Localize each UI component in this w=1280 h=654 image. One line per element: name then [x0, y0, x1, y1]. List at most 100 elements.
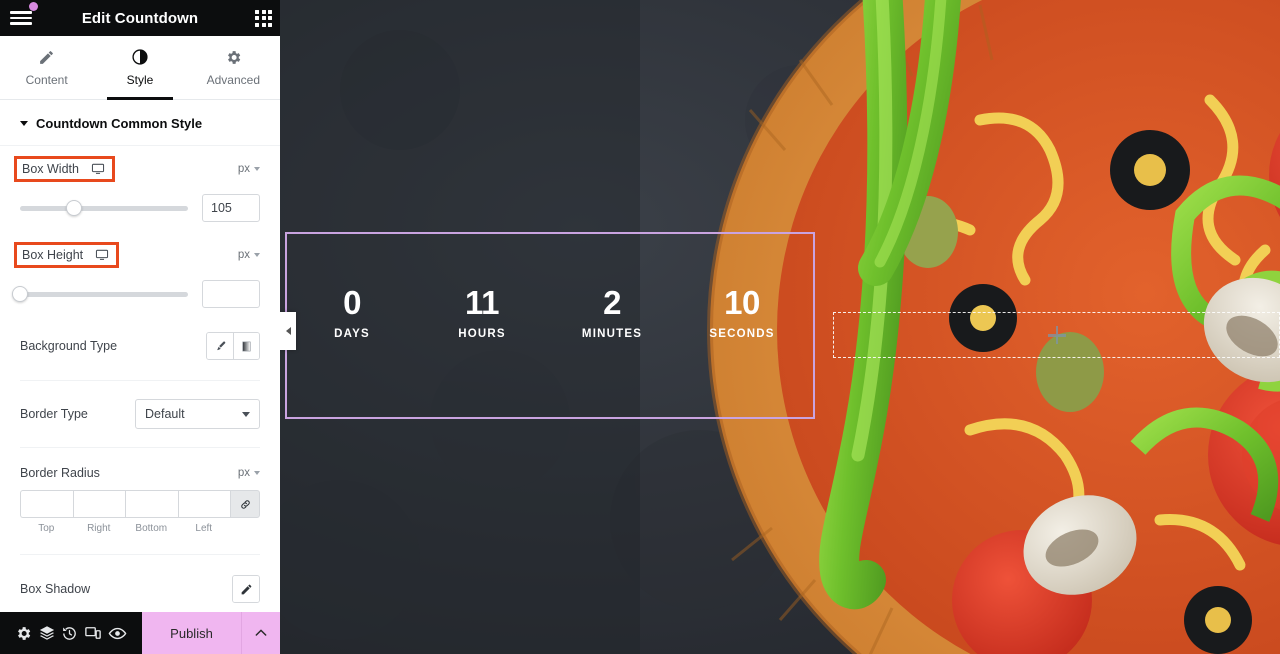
- chevron-down-icon: [254, 167, 260, 171]
- background-gradient-button[interactable]: [233, 333, 259, 359]
- tab-advanced-label: Advanced: [206, 72, 260, 87]
- chevron-down-icon: [254, 253, 260, 257]
- countdown-seconds-value: 10: [724, 284, 760, 321]
- countdown-widget[interactable]: 0 DAYS 11 HOURS 2 MINUTES 10 SECONDS: [285, 232, 815, 419]
- background-classic-button[interactable]: [207, 333, 233, 359]
- border-radius-right: Right: [72, 490, 125, 534]
- plus-icon: [1047, 326, 1066, 344]
- box-width-slider[interactable]: [20, 200, 188, 216]
- box-height-slider[interactable]: [12, 286, 188, 302]
- chevron-left-icon: [285, 327, 291, 335]
- box-width-unit-label: px: [237, 163, 250, 175]
- box-height-highlight: Box Height: [14, 242, 120, 268]
- background-type-buttons: [206, 332, 260, 360]
- pencil-icon: [241, 584, 251, 594]
- elementor-editor: Edit Countdown Content Style Advanced Co…: [0, 0, 1280, 654]
- preview-eye-icon[interactable]: [108, 624, 127, 643]
- control-box-width: Box Width px 105: [0, 146, 280, 232]
- pencil-icon: [40, 50, 54, 64]
- border-radius-left-label: Left: [195, 523, 213, 534]
- box-shadow-edit-group: [232, 575, 260, 603]
- panel-tabs: Content Style Advanced: [0, 36, 280, 100]
- section-title-label: Countdown Common Style: [36, 116, 203, 131]
- countdown-days-value: 0: [343, 284, 361, 321]
- navigator-layers-icon[interactable]: [38, 624, 56, 642]
- control-box-height: Box Height px: [0, 232, 280, 318]
- box-width-slider-thumb[interactable]: [65, 200, 82, 216]
- tab-style-label: Style: [126, 73, 154, 87]
- border-radius-unit-label: px: [237, 467, 250, 479]
- editor-panel: Edit Countdown Content Style Advanced Co…: [0, 0, 280, 654]
- section-countdown-common-style[interactable]: Countdown Common Style: [0, 100, 280, 146]
- border-radius-right-input[interactable]: [72, 490, 125, 518]
- panel-body: Countdown Common Style Box Width px 105 …: [0, 100, 280, 654]
- divider: [20, 380, 260, 381]
- border-type-select[interactable]: Default: [135, 399, 260, 429]
- editor-canvas: 0 DAYS 11 HOURS 2 MINUTES 10 SECONDS: [280, 0, 1280, 654]
- gear-icon: [227, 50, 241, 64]
- tab-content[interactable]: Content: [0, 36, 93, 99]
- divider: [20, 447, 260, 448]
- box-height-slider-thumb[interactable]: [12, 286, 28, 302]
- box-shadow-label: Box Shadow: [20, 582, 91, 596]
- desktop-icon[interactable]: [95, 248, 109, 262]
- settings-gear-icon[interactable]: [15, 625, 32, 642]
- border-radius-left-input[interactable]: [177, 490, 230, 518]
- box-height-input[interactable]: [202, 280, 260, 308]
- border-radius-top-label: Top: [38, 523, 55, 534]
- chevron-down-icon: [254, 471, 260, 475]
- desktop-icon[interactable]: [91, 162, 105, 176]
- countdown-seconds-label: SECONDS: [709, 328, 775, 340]
- divider: [20, 554, 260, 555]
- border-radius-label: Border Radius: [20, 466, 100, 480]
- panel-header: Edit Countdown: [0, 0, 280, 36]
- grid-icon[interactable]: [255, 9, 272, 27]
- responsive-devices-icon[interactable]: [84, 624, 102, 642]
- hamburger-icon[interactable]: [10, 2, 38, 29]
- countdown-item-minutes: 2 MINUTES: [547, 286, 677, 340]
- history-clock-icon[interactable]: [61, 625, 78, 642]
- border-radius-top-input[interactable]: [20, 490, 73, 518]
- box-width-unit-selector[interactable]: px: [238, 163, 260, 175]
- chevron-down-icon: [242, 411, 250, 417]
- classic-brush-icon: [216, 340, 225, 350]
- countdown-hours-label: HOURS: [458, 328, 506, 340]
- tab-content-label: Content: [25, 72, 68, 87]
- link-icon-glyph: [240, 499, 250, 509]
- contrast-icon: [132, 49, 148, 65]
- box-shadow-edit-button[interactable]: [233, 576, 259, 602]
- countdown-hours-value: 11: [465, 284, 499, 321]
- link-icon[interactable]: [230, 490, 260, 518]
- control-border-type: Border Type Default: [0, 387, 280, 441]
- chevron-down-icon: [20, 121, 28, 126]
- tab-advanced[interactable]: Advanced: [187, 36, 280, 99]
- background-type-label: Background Type: [20, 339, 118, 353]
- border-radius-bottom: Bottom: [125, 490, 178, 534]
- border-radius-bottom-input[interactable]: [125, 490, 178, 518]
- border-radius-bottom-label: Bottom: [135, 523, 168, 534]
- border-type-value: Default: [145, 407, 185, 421]
- publish-button[interactable]: Publish: [142, 612, 241, 654]
- control-border-radius: Border Radius px Top Right Bottom Left: [0, 454, 280, 540]
- border-radius-fields: Top Right Bottom Left: [20, 490, 260, 534]
- panel-collapse-handle[interactable]: [280, 312, 296, 350]
- box-height-unit-selector[interactable]: px: [238, 249, 260, 261]
- empty-column-dropzone[interactable]: [833, 312, 1280, 358]
- box-width-input[interactable]: 105: [202, 194, 260, 222]
- box-height-label: Box Height: [22, 248, 84, 262]
- countdown-item-days: 0 DAYS: [287, 286, 417, 340]
- publish-options-button[interactable]: [241, 612, 280, 654]
- box-height-unit-label: px: [237, 249, 250, 261]
- notification-dot: [29, 2, 38, 11]
- border-radius-link-cell: [230, 490, 260, 534]
- gradient-icon: [242, 341, 251, 351]
- bottom-bar-icons: [0, 624, 142, 643]
- control-box-shadow: Box Shadow: [0, 561, 280, 617]
- border-radius-left: Left: [177, 490, 230, 534]
- tab-style[interactable]: Style: [93, 36, 186, 100]
- countdown-item-seconds: 10 SECONDS: [677, 286, 807, 340]
- countdown-items: 0 DAYS 11 HOURS 2 MINUTES 10 SECONDS: [287, 286, 813, 340]
- box-width-label: Box Width: [22, 162, 79, 176]
- border-radius-unit-selector[interactable]: px: [238, 467, 260, 479]
- countdown-minutes-value: 2: [603, 284, 621, 321]
